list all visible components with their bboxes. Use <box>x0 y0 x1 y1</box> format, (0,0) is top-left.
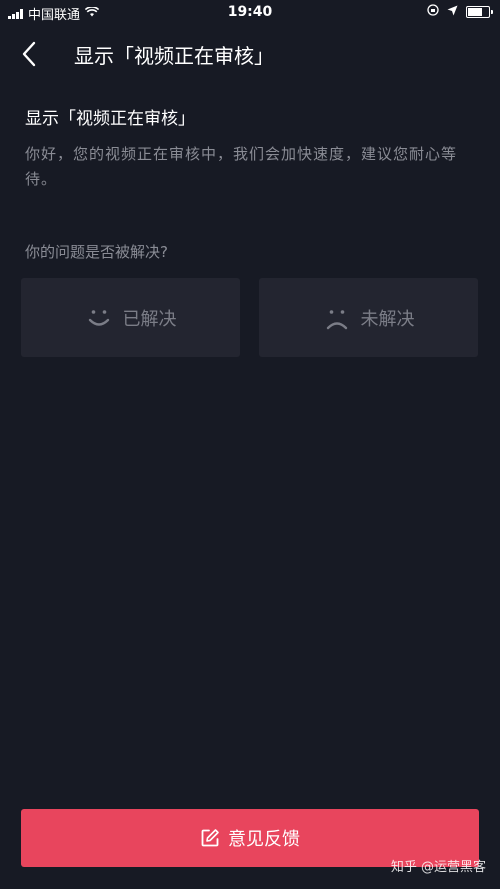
unresolved-label: 未解决 <box>360 308 415 330</box>
article-title: 显示「视频正在审核」 <box>25 109 195 129</box>
watermark: 知乎 @运营黑客 <box>390 860 486 875</box>
resolved-question: 你的问题是否被解决? <box>25 243 168 261</box>
status-time: 19:40 <box>227 4 273 20</box>
status-right <box>427 4 493 20</box>
edit-icon <box>200 828 220 848</box>
unresolved-button[interactable]: 未解决 <box>259 278 478 357</box>
chevron-left-icon <box>22 41 36 67</box>
orientation-lock-icon <box>427 4 439 20</box>
status-bar: 中国联通 19:40 <box>0 0 500 26</box>
article-body: 你好，您的视频正在审核中，我们会加快速度，建议您耐心等待。 <box>25 145 458 188</box>
nav-header: 显示「视频正在审核」 <box>0 28 500 80</box>
page-title: 显示「视频正在审核」 <box>74 44 274 68</box>
back-button[interactable] <box>14 38 46 70</box>
battery-icon <box>466 6 493 18</box>
location-icon <box>447 5 458 20</box>
frown-icon <box>323 304 351 332</box>
resolved-button[interactable]: 已解决 <box>21 278 240 357</box>
feedback-button-label: 意见反馈 <box>228 829 300 850</box>
resolved-label: 已解决 <box>122 308 177 330</box>
smile-icon <box>85 304 113 332</box>
